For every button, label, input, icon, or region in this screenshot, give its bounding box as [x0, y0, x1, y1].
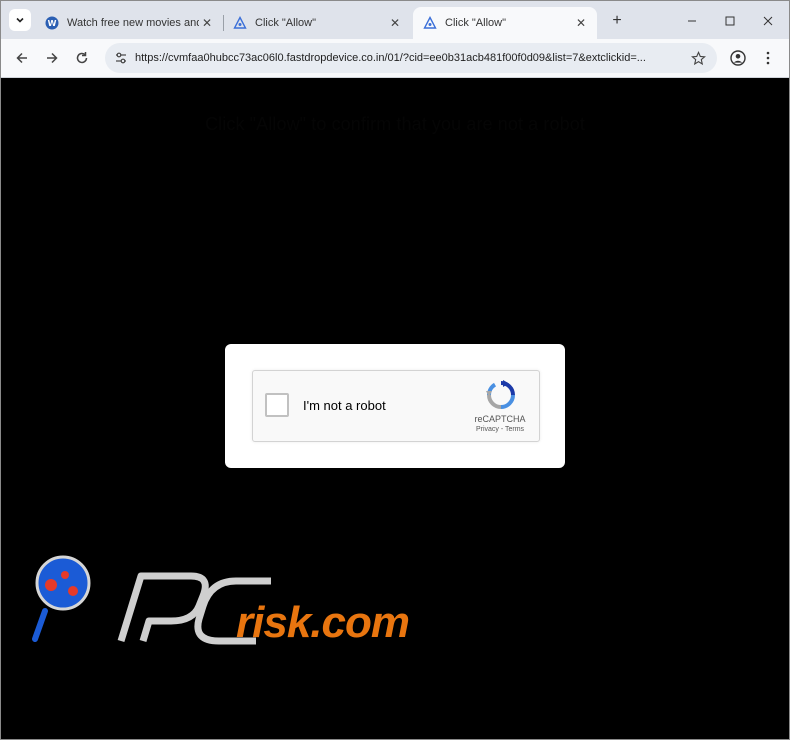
- site-info-button[interactable]: [111, 48, 131, 68]
- tab-title: Watch free new movies and T: [67, 17, 199, 29]
- not-robot-checkbox[interactable]: [265, 393, 289, 417]
- tab-movies[interactable]: W Watch free new movies and T ✕: [35, 7, 223, 39]
- url-text[interactable]: https://cvmfaa0hubcc73ac06l0.fastdropdev…: [135, 43, 681, 73]
- tab-search-button[interactable]: [9, 9, 31, 31]
- svg-text:W: W: [48, 19, 57, 28]
- close-icon[interactable]: ✕: [199, 15, 215, 31]
- maximize-icon: [725, 16, 735, 26]
- minimize-icon: [688, 20, 696, 22]
- close-window-button[interactable]: [757, 11, 779, 31]
- profile-button[interactable]: [727, 47, 749, 69]
- captcha-card: I'm not a robot reCAPTCHA Privacy - Term…: [225, 344, 565, 468]
- watermark-text: risk.com: [236, 598, 410, 647]
- close-icon[interactable]: ✕: [387, 15, 403, 31]
- tab-click-allow-1[interactable]: Click "Allow" ✕: [223, 7, 411, 39]
- reload-icon: [76, 52, 88, 64]
- tab-strip: W Watch free new movies and T ✕ Click "A…: [1, 1, 789, 39]
- privacy-link[interactable]: Privacy: [476, 426, 499, 433]
- tab-title: Click "Allow": [445, 17, 506, 29]
- close-icon[interactable]: ✕: [573, 15, 589, 31]
- bookmark-button[interactable]: [689, 49, 707, 67]
- profile-icon: [730, 50, 746, 66]
- forward-button[interactable]: [41, 47, 63, 69]
- browser-window: W Watch free new movies and T ✕ Click "A…: [0, 0, 790, 740]
- minimize-button[interactable]: [681, 11, 703, 31]
- new-tab-button[interactable]: +: [607, 11, 627, 31]
- back-button[interactable]: [11, 47, 33, 69]
- recaptcha-links: Privacy - Terms: [460, 426, 540, 433]
- terms-link[interactable]: Terms: [505, 426, 524, 433]
- plus-icon: +: [612, 12, 622, 29]
- star-icon: [690, 50, 706, 65]
- arrow-left-icon: [16, 52, 27, 64]
- not-robot-label: I'm not a robot: [303, 398, 386, 413]
- recaptcha-widget: I'm not a robot reCAPTCHA Privacy - Term…: [252, 370, 540, 442]
- chevron-down-icon: [16, 17, 24, 23]
- address-bar[interactable]: https://cvmfaa0hubcc73ac06l0.fastdropdev…: [105, 43, 717, 73]
- triangle-favicon-icon: [233, 16, 247, 29]
- browser-toolbar: https://cvmfaa0hubcc73ac06l0.fastdropdev…: [1, 39, 789, 78]
- page-headline: Click "Allow" to confirm that you are no…: [205, 114, 585, 134]
- close-icon: [763, 16, 773, 26]
- tab-click-allow-2[interactable]: Click "Allow" ✕: [413, 7, 597, 39]
- recaptcha-logo-icon: [486, 380, 515, 409]
- tab-title: Click "Allow": [255, 17, 316, 29]
- triangle-favicon-icon: [423, 16, 437, 29]
- kebab-menu-icon: [766, 51, 770, 65]
- reload-button[interactable]: [71, 47, 93, 69]
- site-favicon-icon: W: [45, 16, 59, 30]
- menu-button[interactable]: [757, 47, 779, 69]
- tune-icon: [116, 52, 126, 64]
- recaptcha-brand: reCAPTCHA: [474, 414, 526, 424]
- maximize-button[interactable]: [719, 11, 741, 31]
- arrow-right-icon: [47, 52, 58, 64]
